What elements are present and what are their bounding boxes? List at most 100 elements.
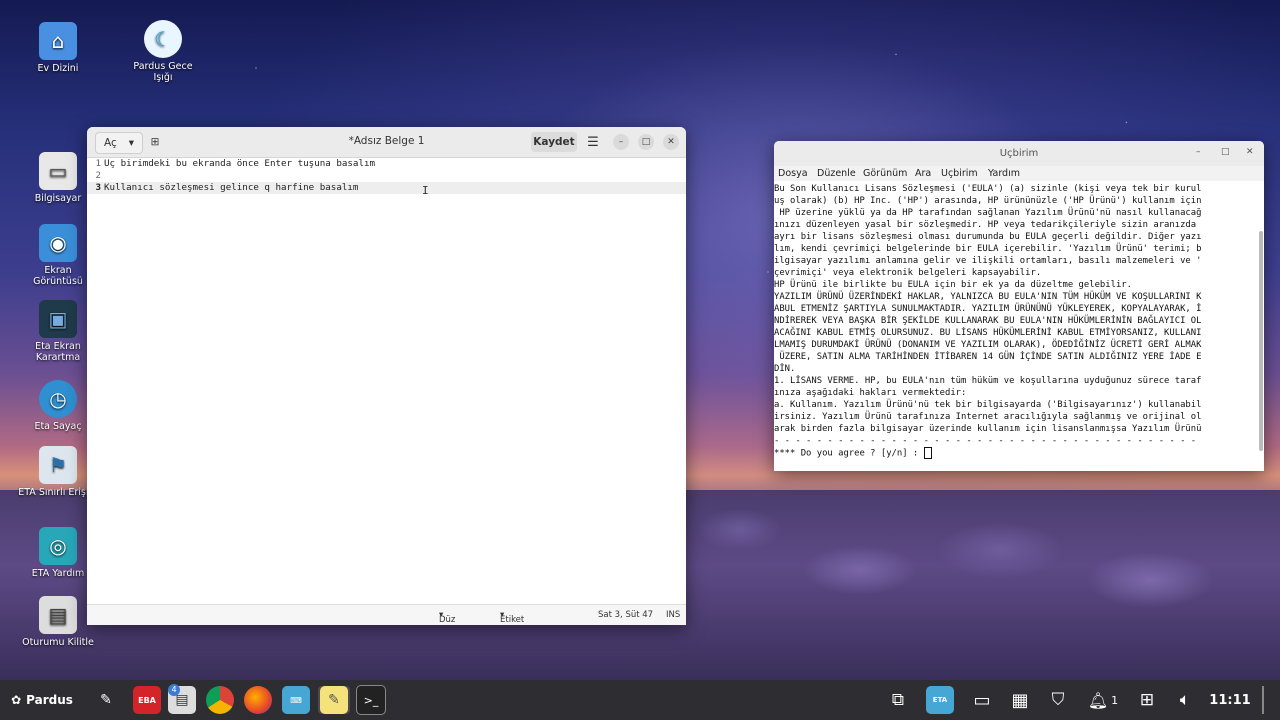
desktop-icon-label: Pardus Gece Işığı bbox=[133, 61, 193, 83]
monitor-icon: ▭ bbox=[973, 689, 991, 711]
lock-screen-icon: ▤ bbox=[39, 596, 77, 634]
menu-item-ara[interactable]: Ara bbox=[915, 168, 931, 179]
computer-icon: ▭ bbox=[39, 152, 77, 190]
eba-icon: EBA bbox=[133, 686, 161, 714]
desktop-icon-eta-restricted[interactable]: ⚑ ETA Sınırlı Erişim bbox=[18, 446, 98, 498]
terminal-line: ayrı bir lisans sözleşmesi olması durumu… bbox=[774, 232, 1202, 242]
menu-item-duzenle[interactable]: Düzenle bbox=[817, 168, 856, 179]
taskbar-text-editor[interactable]: ✎ bbox=[318, 686, 350, 714]
show-desktop-button[interactable] bbox=[1262, 686, 1264, 714]
notification-badge: 4 bbox=[168, 684, 180, 696]
text-editor-area[interactable]: 1 Uç birimdeki bu ekranda önce Enter tuşu… bbox=[87, 158, 686, 605]
taskbar-files[interactable]: ▤ 4 bbox=[168, 684, 196, 714]
camera-icon: ◉ bbox=[39, 224, 77, 262]
start-menu-button[interactable]: ✿ Pardus bbox=[6, 686, 78, 714]
taskbar-pen-tool[interactable]: ✎ bbox=[92, 686, 120, 714]
eta-tray-button[interactable]: ETA bbox=[925, 686, 955, 714]
network-icon: ⊞ bbox=[1139, 690, 1155, 710]
shield-icon: ⛉ bbox=[1051, 690, 1065, 710]
terminal-line: **** Do you agree ? [y/n] : bbox=[774, 447, 1258, 460]
terminal-line: DİN. bbox=[774, 364, 796, 374]
display-button[interactable]: ▭ bbox=[968, 686, 996, 714]
editor-line[interactable]: 2 bbox=[87, 170, 686, 182]
desktop-icon-label: Bilgisayar bbox=[34, 193, 82, 204]
terminal-line: ACAĞINI KABUL ETMİŞ OLURSUNUZ. BU LİSANS… bbox=[774, 328, 1202, 338]
terminal-line: - - - - - - - - - - - - - - - - - - - - … bbox=[774, 436, 1197, 446]
minimize-icon: – bbox=[618, 137, 624, 147]
editor-header-bar: Aç ▾ ⊞ *Adsız Belge 1 Kaydet ☰ – □ ✕ bbox=[87, 127, 686, 158]
language-selector[interactable]: Düz Metin ▾ bbox=[439, 610, 455, 625]
pen-icon: ✎ bbox=[100, 692, 112, 708]
menu-item-dosya[interactable]: Dosya bbox=[778, 168, 808, 179]
terminal-line: HP Ürünü ile birlikte bu EULA için bir e… bbox=[774, 280, 1132, 290]
workspace-switcher[interactable]: ⧉ bbox=[884, 686, 912, 714]
tab-width-selector[interactable]: Etiket Genişliği: 8 ▾ bbox=[500, 610, 524, 625]
minimize-icon: – bbox=[1196, 147, 1201, 157]
terminal-output[interactable]: Bu Son Kullanıcı Lisans Sözleşmesi ('EUL… bbox=[774, 183, 1258, 471]
security-button[interactable]: ⛉ bbox=[1044, 686, 1072, 714]
taskbar-firefox[interactable] bbox=[243, 686, 273, 714]
taskbar-terminal[interactable]: >_ bbox=[356, 685, 386, 715]
desktop-icon-label: ETA Yardım bbox=[31, 568, 85, 579]
desktop-icon-label: Ev Dizini bbox=[37, 63, 79, 74]
terminal-line: ilgisayar yazılımı anlamına gelir ve ili… bbox=[774, 256, 1202, 266]
menu-item-gorunum[interactable]: Görünüm bbox=[863, 168, 907, 179]
windows-overview-icon: ⧉ bbox=[891, 690, 905, 710]
hamburger-menu-button[interactable]: ☰ bbox=[583, 132, 603, 152]
desktop-icon-home[interactable]: ⌂ Ev Dizini bbox=[18, 22, 98, 74]
menu-item-ucbirim[interactable]: Uçbirim bbox=[941, 168, 978, 179]
desktop-icon-computer[interactable]: ▭ Bilgisayar bbox=[18, 152, 98, 204]
terminal-line: uş olarak) (b) HP Inc. ('HP') arasında, … bbox=[774, 196, 1202, 206]
close-button[interactable]: ✕ bbox=[1246, 147, 1254, 157]
taskbar-eba[interactable]: EBA bbox=[131, 686, 163, 714]
notifications-button[interactable]: 🔔︎ 1 bbox=[1084, 686, 1122, 714]
stopwatch-icon: ◷ bbox=[39, 380, 77, 418]
desktop-icon-screenshot[interactable]: ◉ Ekran Görüntüsü bbox=[18, 224, 98, 287]
terminal-line: irsiniz. Yazılım Ürünü tarafınıza Intern… bbox=[774, 412, 1202, 422]
moon-icon: ☾ bbox=[144, 20, 182, 58]
line-number: 1 bbox=[95, 158, 101, 169]
terminal-menu-bar: Dosya Düzenle Görünüm Ara Uçbirim Yardım bbox=[774, 166, 1264, 181]
tab-width-label: Etiket Genişliği: 8 bbox=[500, 615, 525, 625]
terminal-line: 1. LİSANS VERME. HP, bu EULA'nın tüm hük… bbox=[774, 376, 1202, 386]
terminal-line: çevrimiçi' veya elektronik belgeleri kap… bbox=[774, 268, 1042, 278]
text-editor-window: Aç ▾ ⊞ *Adsız Belge 1 Kaydet ☰ – □ ✕ 1 Uç… bbox=[87, 127, 686, 625]
maximize-button[interactable]: □ bbox=[638, 134, 654, 150]
network-button[interactable]: ⊞ bbox=[1132, 686, 1162, 714]
terminal-line: Bu Son Kullanıcı Lisans Sözleşmesi ('EUL… bbox=[774, 184, 1202, 194]
editor-line-current[interactable]: 3 Kullanıcı sözleşmesi gelince q harfine … bbox=[87, 182, 686, 194]
terminal-line: ınıza aşağıdaki hakları vermektedir: bbox=[774, 388, 967, 398]
close-button[interactable]: ✕ bbox=[663, 134, 679, 150]
eta-icon: ETA bbox=[926, 686, 954, 714]
chrome-icon bbox=[206, 686, 234, 714]
qr-code-button[interactable]: ▦ bbox=[1006, 686, 1034, 714]
terminal-line: ÜZERE, SATIN ALMA TARİHİNDEN İTİBAREN 14… bbox=[774, 352, 1202, 362]
taskbar-chrome[interactable] bbox=[205, 686, 235, 714]
editor-line[interactable]: 1 Uç birimdeki bu ekranda önce Enter tuşu… bbox=[87, 158, 686, 170]
desktop-icon-eta-help[interactable]: ◎ ETA Yardım bbox=[18, 527, 98, 579]
desktop-icon-night-light[interactable]: ☾ Pardus Gece Işığı bbox=[123, 20, 203, 83]
desktop-icon-eta-timer[interactable]: ◷ Eta Sayaç bbox=[18, 380, 98, 432]
minimize-button[interactable]: – bbox=[1196, 147, 1201, 157]
clock[interactable]: 11:11 bbox=[1208, 686, 1252, 714]
cursor-position[interactable]: Sat 3, Süt 47 bbox=[598, 610, 653, 620]
start-label: Pardus bbox=[26, 693, 73, 707]
minimize-button[interactable]: – bbox=[613, 134, 629, 150]
family-shield-icon: ⚑ bbox=[39, 446, 77, 484]
desktop-icon-label: Eta Sayaç bbox=[34, 421, 82, 432]
line-text: Kullanıcı sözleşmesi gelince q harfine b… bbox=[104, 182, 359, 193]
terminal-scrollbar[interactable] bbox=[1259, 231, 1263, 451]
desktop-icon-eta-dimmer[interactable]: ▣ Eta Ekran Karartma bbox=[18, 300, 98, 363]
desktop-icon-lock-session[interactable]: ▤ Oturumu Kilitle bbox=[18, 596, 98, 648]
bell-icon: 🔔︎ bbox=[1087, 690, 1109, 710]
maximize-icon: □ bbox=[641, 137, 651, 147]
taskbar-eta-keyboard[interactable]: ⌨ bbox=[281, 686, 311, 714]
desktop-icon-label: Eta Ekran Karartma bbox=[35, 341, 81, 363]
desktop-icon-label: Ekran Görüntüsü bbox=[33, 265, 83, 287]
menu-item-yardim[interactable]: Yardım bbox=[988, 168, 1020, 179]
terminal-line: ınızı düzenleyen yasal bir sözleşmedir. … bbox=[774, 220, 1197, 230]
maximize-button[interactable]: □ bbox=[1221, 147, 1230, 157]
save-button[interactable]: Kaydet bbox=[531, 132, 577, 152]
volume-button[interactable]: 🔈︎ bbox=[1170, 686, 1200, 714]
terminal-cursor bbox=[923, 447, 932, 459]
